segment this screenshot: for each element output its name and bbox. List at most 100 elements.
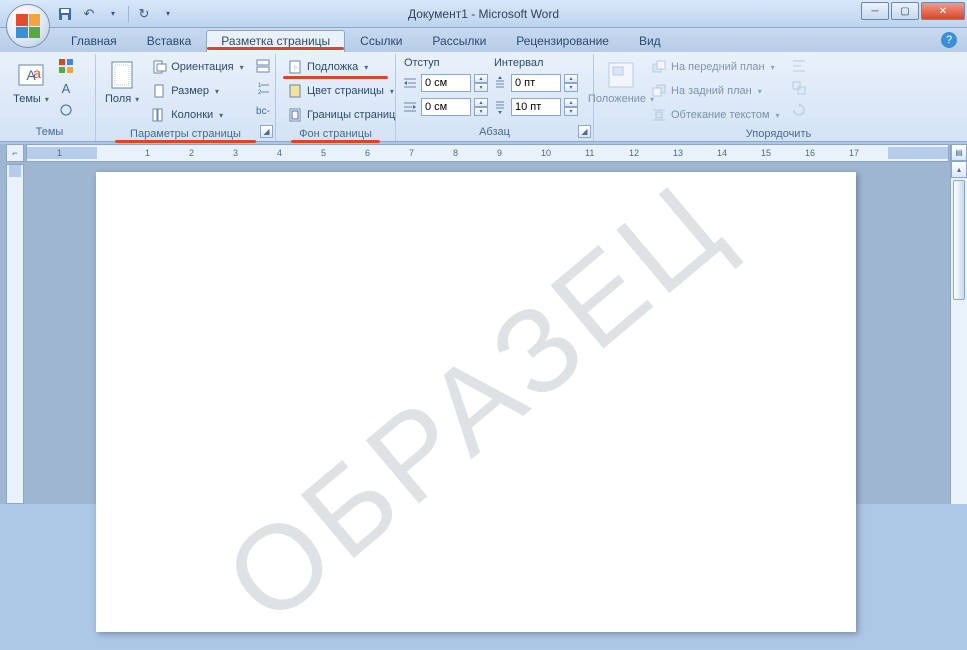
indent-right-input[interactable]: 0 см: [421, 98, 471, 116]
chevron-down-icon: ▾: [390, 87, 394, 96]
tab-label: Вставка: [147, 34, 192, 48]
indent-left-spinner[interactable]: ▴▾: [474, 74, 488, 92]
document-page[interactable]: ОБРАЗЕЦ: [96, 172, 856, 632]
ruler-tick: 17: [849, 148, 859, 158]
vertical-ruler[interactable]: [6, 164, 24, 504]
horizontal-ruler[interactable]: 3211234567891011121314151617: [26, 144, 949, 162]
position-button[interactable]: Положение▾: [600, 56, 642, 108]
pagesetup-dialog-launcher[interactable]: ◢: [260, 125, 273, 138]
undo-icon[interactable]: ↶: [80, 5, 98, 23]
size-button[interactable]: Размер ▾: [146, 80, 248, 102]
send-back-label: На задний план: [671, 85, 752, 97]
chevron-down-icon: ▾: [364, 63, 368, 72]
pagecolor-label: Цвет страницы: [307, 85, 384, 97]
ribbon: Aa Темы▾ A Темы Поля▾ Ориентация▾ Размер…: [0, 52, 967, 142]
theme-colors-icon[interactable]: [56, 56, 76, 76]
theme-fonts-icon[interactable]: A: [56, 78, 76, 98]
spin-down-icon[interactable]: ▾: [474, 107, 488, 116]
orientation-button[interactable]: Ориентация▾: [146, 56, 248, 78]
rotate-button[interactable]: [789, 100, 809, 120]
spacing-after-row: 10 пт ▴▾: [492, 96, 578, 118]
bring-front-label: На передний план: [671, 61, 765, 73]
spin-up-icon[interactable]: ▴: [564, 98, 578, 107]
tab-insert[interactable]: Вставка: [132, 30, 207, 52]
pageborders-button[interactable]: Границы страниц: [282, 104, 389, 126]
ruler-margin-top: [9, 165, 21, 177]
watermark-icon: A: [287, 59, 303, 75]
tab-mailings[interactable]: Рассылки: [417, 30, 501, 52]
margins-button[interactable]: Поля▾: [102, 56, 142, 108]
ruler-tick: 11: [585, 148, 594, 158]
undo-dropdown-icon[interactable]: ▾: [104, 5, 122, 23]
text-wrap-button[interactable]: Обтекание текстом▾: [646, 104, 785, 126]
save-icon[interactable]: [56, 5, 74, 23]
indent-right-row: 0 см ▴▾: [402, 96, 488, 118]
indent-right-spinner[interactable]: ▴▾: [474, 98, 488, 116]
watermark-label: Подложка: [307, 61, 358, 73]
paragraph-dialog-launcher[interactable]: ◢: [578, 125, 591, 138]
svg-text:a: a: [33, 65, 41, 81]
breaks-button[interactable]: [253, 56, 273, 76]
line-numbers-button[interactable]: 12: [253, 78, 273, 98]
tab-pagelayout[interactable]: Разметка страницы: [206, 30, 345, 52]
tab-label: Рецензирование: [516, 34, 609, 48]
chevron-down-icon: ▾: [215, 87, 219, 96]
quick-access-toolbar: ↶ ▾ ↻ ▾: [56, 0, 177, 27]
ruler-toggle-icon[interactable]: ▤: [951, 144, 967, 161]
qat-customize-icon[interactable]: ▾: [159, 5, 177, 23]
send-back-button[interactable]: На задний план▾: [646, 80, 785, 102]
spin-up-icon[interactable]: ▴: [474, 98, 488, 107]
hyphenation-button[interactable]: bc‑: [253, 100, 273, 120]
tab-view[interactable]: Вид: [624, 30, 676, 52]
position-icon: [605, 59, 637, 91]
align-button[interactable]: [789, 56, 809, 76]
svg-text:1: 1: [258, 83, 262, 89]
indent-left-input[interactable]: 0 см: [421, 74, 471, 92]
tab-references[interactable]: Ссылки: [345, 30, 417, 52]
ruler-tick: 1: [57, 148, 62, 158]
group-pagebackground: AПодложка▾ Цвет страницы▾ Границы страни…: [276, 54, 396, 141]
watermark-button[interactable]: A Подложка ▾: [282, 56, 389, 78]
theme-effects-icon[interactable]: [56, 100, 76, 120]
svg-text:A: A: [62, 81, 71, 96]
close-button[interactable]: ✕: [921, 2, 965, 20]
margins-icon: [106, 59, 138, 91]
redo-icon[interactable]: ↻: [135, 5, 153, 23]
help-icon[interactable]: ?: [941, 32, 957, 48]
spin-up-icon[interactable]: ▴: [474, 74, 488, 83]
spin-down-icon[interactable]: ▾: [564, 83, 578, 92]
ruler-corner[interactable]: ⌐: [6, 144, 24, 162]
send-back-icon: [651, 83, 667, 99]
spin-down-icon[interactable]: ▾: [564, 107, 578, 116]
size-label: Размер: [171, 85, 209, 97]
themes-button[interactable]: Aa Темы▾: [10, 56, 52, 108]
pageborders-label: Границы страниц: [307, 109, 395, 121]
ruler-tick: 2: [189, 148, 194, 158]
scroll-thumb[interactable]: [953, 180, 965, 300]
document-area: ⌐ 3211234567891011121314151617 ОБРАЗЕЦ ▤…: [0, 144, 967, 504]
theme-options: A: [56, 56, 76, 120]
pagecolor-button[interactable]: Цвет страницы▾: [282, 80, 389, 102]
bring-front-icon: [651, 59, 667, 75]
spacing-after-input[interactable]: 10 пт: [511, 98, 561, 116]
spacing-before-spinner[interactable]: ▴▾: [564, 74, 578, 92]
group-button[interactable]: [789, 78, 809, 98]
vertical-scrollbar[interactable]: ▤ ▴: [950, 144, 967, 504]
indent-right-icon: [402, 99, 418, 115]
bring-front-button[interactable]: На передний план▾: [646, 56, 785, 78]
spacing-before-input[interactable]: 0 пт: [511, 74, 561, 92]
spacing-before-row: 0 пт ▴▾: [492, 72, 578, 94]
group-paragraph: Отступ 0 см ▴▾ 0 см ▴▾ Интервал 0 пт ▴▾: [396, 54, 594, 141]
tab-review[interactable]: Рецензирование: [501, 30, 624, 52]
columns-button[interactable]: Колонки▾: [146, 104, 248, 126]
spin-down-icon[interactable]: ▾: [474, 83, 488, 92]
window-title: Документ1 - Microsoft Word: [408, 7, 559, 21]
spin-up-icon[interactable]: ▴: [564, 74, 578, 83]
scroll-up-icon[interactable]: ▴: [951, 161, 967, 178]
maximize-button[interactable]: ▢: [891, 2, 919, 20]
chevron-down-icon: ▾: [45, 95, 49, 104]
minimize-button[interactable]: ─: [861, 2, 889, 20]
spacing-after-spinner[interactable]: ▴▾: [564, 98, 578, 116]
office-button[interactable]: [6, 4, 50, 48]
tab-home[interactable]: Главная: [56, 30, 132, 52]
